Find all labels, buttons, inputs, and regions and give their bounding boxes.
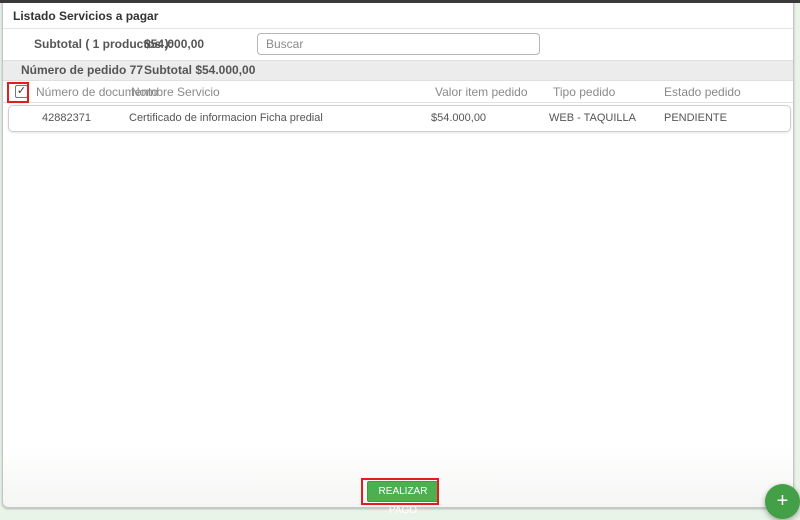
plus-icon: + [776,490,789,512]
subtotal-value: $54.000,00 [144,37,205,51]
search-input[interactable] [257,33,540,55]
table-header-row: ✓ Número de documento Nombre Servicio Va… [3,81,793,103]
column-header-tipo-pedido: Tipo pedido [553,85,616,99]
add-button[interactable]: + [765,484,800,519]
order-header-bar: Número de pedido 77 Subtotal $54.000,00 [3,60,793,81]
window-top-edge [0,0,800,3]
cell-nombre-servicio: Certificado de informacion Ficha predial [129,112,323,124]
page-title: Listado Servicios a pagar [3,3,793,29]
summary-bar: Subtotal ( 1 productos ): $54.000,00 [3,29,793,60]
cell-tipo-pedido: WEB - TAQUILLA [549,112,637,124]
column-header-estado-pedido: Estado pedido [664,85,741,99]
cell-estado-pedido: PENDIENTE [664,112,727,124]
order-subtotal-label: Subtotal $54.000,00 [144,63,256,77]
cell-valor-item-pedido: $54.000,00 [431,112,487,124]
column-header-nombre-servicio: Nombre Servicio [131,85,220,99]
cell-numero-documento: 42882371 [42,112,91,124]
services-to-pay-panel: Listado Servicios a pagar Subtotal ( 1 p… [2,0,794,516]
column-header-valor-item-pedido: Valor item pedido [435,85,528,99]
order-number-label: Número de pedido 77 [21,63,144,77]
table-row: 42882371 Certificado de informacion Fich… [8,105,791,132]
annotation-pay-button-highlight [361,478,439,505]
annotation-checkbox-highlight [7,82,29,103]
